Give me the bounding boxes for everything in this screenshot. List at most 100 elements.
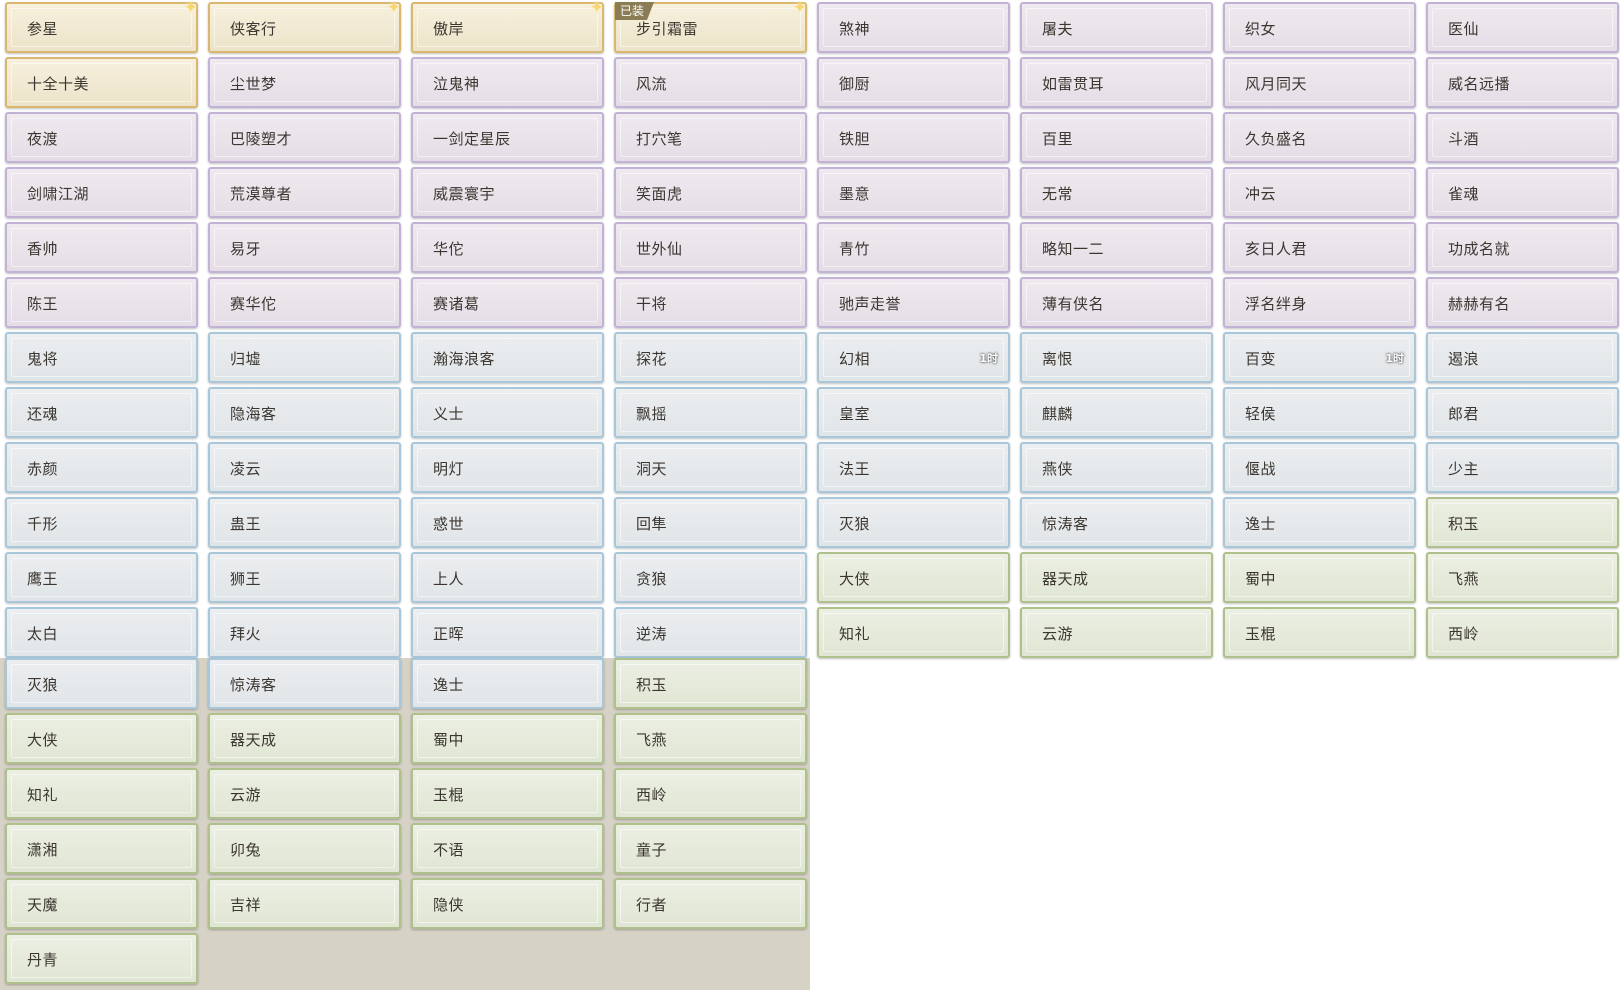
- title-card[interactable]: 驰声走誉: [817, 277, 1010, 328]
- title-card[interactable]: 玉棍: [1223, 607, 1416, 658]
- title-card[interactable]: 泣鬼神: [411, 57, 604, 108]
- title-card[interactable]: 侠客行 ✦: [208, 0, 401, 53]
- title-card[interactable]: 狮王: [208, 552, 401, 603]
- title-card[interactable]: 蜀中: [1223, 552, 1416, 603]
- title-card[interactable]: 惊涛客: [1020, 497, 1213, 548]
- title-card[interactable]: 雀魂: [1426, 167, 1619, 218]
- title-card[interactable]: 童子: [614, 823, 807, 874]
- title-card[interactable]: 易牙: [208, 222, 401, 273]
- title-card[interactable]: 久负盛名: [1223, 112, 1416, 163]
- title-card[interactable]: 上人: [411, 552, 604, 603]
- title-card[interactable]: 荒漠尊者: [208, 167, 401, 218]
- title-card[interactable]: 惑世: [411, 497, 604, 548]
- title-card[interactable]: 飞燕: [614, 713, 807, 764]
- title-card[interactable]: 器天成: [1020, 552, 1213, 603]
- title-card[interactable]: 回隼: [614, 497, 807, 548]
- title-card[interactable]: 无常: [1020, 167, 1213, 218]
- title-card[interactable]: 瀚海浪客: [411, 332, 604, 383]
- title-card[interactable]: 参星 ✦: [5, 0, 198, 53]
- title-card[interactable]: 铁胆: [817, 112, 1010, 163]
- title-card[interactable]: 赛诸葛: [411, 277, 604, 328]
- title-card[interactable]: 风月同天: [1223, 57, 1416, 108]
- title-card[interactable]: 器天成: [208, 713, 401, 764]
- title-card[interactable]: 偃战: [1223, 442, 1416, 493]
- title-card[interactable]: 医仙: [1426, 2, 1619, 53]
- title-card[interactable]: 大侠: [817, 552, 1010, 603]
- title-card[interactable]: 织女: [1223, 2, 1416, 53]
- title-card[interactable]: 风流: [614, 57, 807, 108]
- title-card[interactable]: 略知一二: [1020, 222, 1213, 273]
- title-card[interactable]: 义士: [411, 387, 604, 438]
- title-card[interactable]: 鹰王: [5, 552, 198, 603]
- title-card[interactable]: 冲云: [1223, 167, 1416, 218]
- title-card[interactable]: 世外仙: [614, 222, 807, 273]
- title-card[interactable]: 如雷贯耳: [1020, 57, 1213, 108]
- title-card[interactable]: 天魔: [5, 878, 198, 929]
- title-card[interactable]: 明灯: [411, 442, 604, 493]
- title-card[interactable]: 十全十美: [5, 57, 198, 108]
- title-card[interactable]: 薄有侠名: [1020, 277, 1213, 328]
- title-card[interactable]: 屠夫: [1020, 2, 1213, 53]
- title-card[interactable]: 赫赫有名: [1426, 277, 1619, 328]
- title-card[interactable]: 洞天: [614, 442, 807, 493]
- title-card[interactable]: 归墟: [208, 332, 401, 383]
- title-card[interactable]: 赛华佗: [208, 277, 401, 328]
- title-card[interactable]: 惊涛客: [208, 658, 401, 709]
- title-card[interactable]: 玉棍: [411, 768, 604, 819]
- title-card[interactable]: 一剑定星辰: [411, 112, 604, 163]
- title-card[interactable]: 西岭: [1426, 607, 1619, 658]
- title-card[interactable]: 燕侠: [1020, 442, 1213, 493]
- title-card[interactable]: 百变 1时: [1223, 332, 1416, 383]
- title-card[interactable]: 少主: [1426, 442, 1619, 493]
- title-card[interactable]: 灭狼: [817, 497, 1010, 548]
- title-card[interactable]: 卯兔: [208, 823, 401, 874]
- title-card[interactable]: 千形: [5, 497, 198, 548]
- title-card[interactable]: 皇室: [817, 387, 1010, 438]
- title-card[interactable]: 云游: [1020, 607, 1213, 658]
- title-card[interactable]: 轻侯: [1223, 387, 1416, 438]
- title-card[interactable]: 知礼: [817, 607, 1010, 658]
- title-card[interactable]: 吉祥: [208, 878, 401, 929]
- title-card[interactable]: 还魂: [5, 387, 198, 438]
- title-card[interactable]: 遏浪: [1426, 332, 1619, 383]
- title-card[interactable]: 隐侠: [411, 878, 604, 929]
- title-card[interactable]: 灭狼: [5, 658, 198, 709]
- title-card[interactable]: 逸士: [1223, 497, 1416, 548]
- title-card[interactable]: 逸士: [411, 658, 604, 709]
- title-card[interactable]: 尘世梦: [208, 57, 401, 108]
- title-card[interactable]: 笑面虎: [614, 167, 807, 218]
- title-card[interactable]: 剑啸江湖: [5, 167, 198, 218]
- title-card[interactable]: 飞燕: [1426, 552, 1619, 603]
- title-card[interactable]: 蛊王: [208, 497, 401, 548]
- title-card[interactable]: 丹青: [5, 933, 198, 984]
- title-card[interactable]: 不语: [411, 823, 604, 874]
- title-card[interactable]: 郎君: [1426, 387, 1619, 438]
- title-card[interactable]: 陈王: [5, 277, 198, 328]
- title-card[interactable]: 凌云: [208, 442, 401, 493]
- title-card[interactable]: 威震寰宇: [411, 167, 604, 218]
- title-card[interactable]: 夜渡: [5, 112, 198, 163]
- title-card[interactable]: 积玉: [1426, 497, 1619, 548]
- title-card[interactable]: 探花: [614, 332, 807, 383]
- title-card[interactable]: 打穴笔: [614, 112, 807, 163]
- title-card[interactable]: 浮名绊身: [1223, 277, 1416, 328]
- title-card[interactable]: 潇湘: [5, 823, 198, 874]
- title-card[interactable]: 巴陵塑才: [208, 112, 401, 163]
- title-card[interactable]: 麒麟: [1020, 387, 1213, 438]
- title-card[interactable]: 蜀中: [411, 713, 604, 764]
- title-card[interactable]: 拜火: [208, 607, 401, 658]
- title-card[interactable]: 太白: [5, 607, 198, 658]
- title-card[interactable]: 煞神: [817, 2, 1010, 53]
- title-card[interactable]: 正晖: [411, 607, 604, 658]
- title-card[interactable]: 行者: [614, 878, 807, 929]
- title-card[interactable]: 隐海客: [208, 387, 401, 438]
- title-card[interactable]: 百里: [1020, 112, 1213, 163]
- title-card[interactable]: 鬼将: [5, 332, 198, 383]
- title-card[interactable]: 斗酒: [1426, 112, 1619, 163]
- title-card[interactable]: 法王: [817, 442, 1010, 493]
- title-card[interactable]: 步引霜雷 ✦ 已装: [614, 0, 807, 53]
- title-card[interactable]: 墨意: [817, 167, 1010, 218]
- title-card[interactable]: 干将: [614, 277, 807, 328]
- title-card[interactable]: 积玉: [614, 658, 807, 709]
- title-card[interactable]: 大侠: [5, 713, 198, 764]
